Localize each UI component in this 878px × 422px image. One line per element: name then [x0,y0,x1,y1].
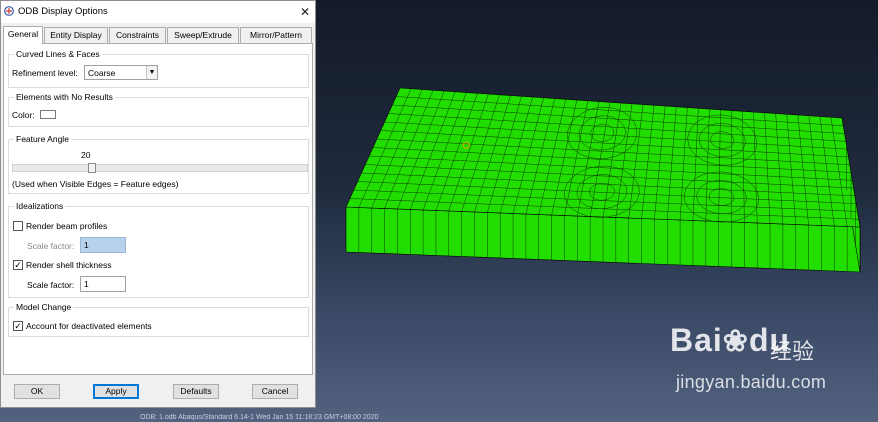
render-shell-thickness-label: Render shell thickness [26,260,112,270]
beam-scale-factor-field[interactable]: 1 [80,237,126,253]
watermark-brand: 经验 [770,339,815,364]
dialog-title: ODB Display Options [18,6,108,17]
group-title-curved: Curved Lines & Faces [14,49,102,59]
render-beam-profiles-checkbox[interactable] [13,221,23,231]
group-title-feature-angle: Feature Angle [14,134,71,144]
group-model-change: Model Change ✓ Account for deactivated e… [8,302,309,337]
tab-mirror-pattern[interactable]: Mirror/Pattern [240,27,312,43]
paw-icon: ❀ [722,325,749,358]
tab-bar: General Entity Display Constraints Sweep… [3,26,313,44]
feature-angle-note: (Used when Visible Edges = Feature edges… [12,179,179,189]
refinement-level-label: Refinement level: [12,68,78,78]
tab-general[interactable]: General [3,26,43,44]
deactivated-elements-checkbox[interactable]: ✓ [13,321,23,331]
group-feature-angle: Feature Angle 20 (Used when Visible Edge… [8,134,309,194]
shell-scale-factor-label: Scale factor: [27,280,75,290]
apply-button[interactable]: Apply [93,384,139,399]
deactivated-elements-label: Account for deactivated elements [26,321,152,331]
feature-angle-value: 20 [81,150,91,160]
tab-constraints[interactable]: Constraints [109,27,166,43]
title-bar[interactable]: ODB Display Options ✕ [1,1,315,23]
watermark-url: jingyan.baidu.com [676,372,827,392]
tab-entity-display[interactable]: Entity Display [44,27,108,43]
ok-button[interactable]: OK [14,384,60,399]
group-title-model-change: Model Change [14,302,74,312]
general-tab-panel: Curved Lines & Faces Refinement level: C… [3,43,313,375]
abaqus-app-icon [4,6,14,16]
group-curved-lines-faces: Curved Lines & Faces Refinement level: C… [8,49,309,88]
defaults-button[interactable]: Defaults [173,384,219,399]
chevron-down-icon: ▼ [146,66,157,79]
shell-scale-factor-field[interactable]: 1 [80,276,126,292]
slider-thumb-handle[interactable] [88,163,96,173]
group-title-no-results: Elements with No Results [14,92,115,102]
render-beam-profiles-label: Render beam profiles [26,221,108,231]
group-elements-no-results: Elements with No Results Color: [8,92,309,127]
color-label: Color: [12,110,35,120]
group-title-idealizations: Idealizations [14,201,66,211]
refinement-level-select[interactable]: Coarse ▼ [84,65,158,80]
viewport-status-line: ODB: 1.odb Abaqus/Standard 6.14-1 Wed Ja… [140,414,379,421]
close-icon[interactable]: ✕ [297,4,313,20]
tab-sweep-extrude[interactable]: Sweep/Extrude [167,27,239,43]
color-swatch-button[interactable] [40,110,56,119]
mesh-top-face [345,87,861,228]
odb-display-options-dialog: ODB Display Options ✕ General Entity Dis… [0,0,316,408]
beam-scale-factor-label: Scale factor: [27,241,75,251]
baidu-watermark: Bai❀du 经验 jingyan.baidu.com [670,322,870,412]
feature-angle-slider[interactable] [12,163,308,173]
render-shell-thickness-checkbox[interactable]: ✓ [13,260,23,270]
group-idealizations: Idealizations Render beam profiles Scale… [8,201,309,298]
cancel-button[interactable]: Cancel [252,384,298,399]
